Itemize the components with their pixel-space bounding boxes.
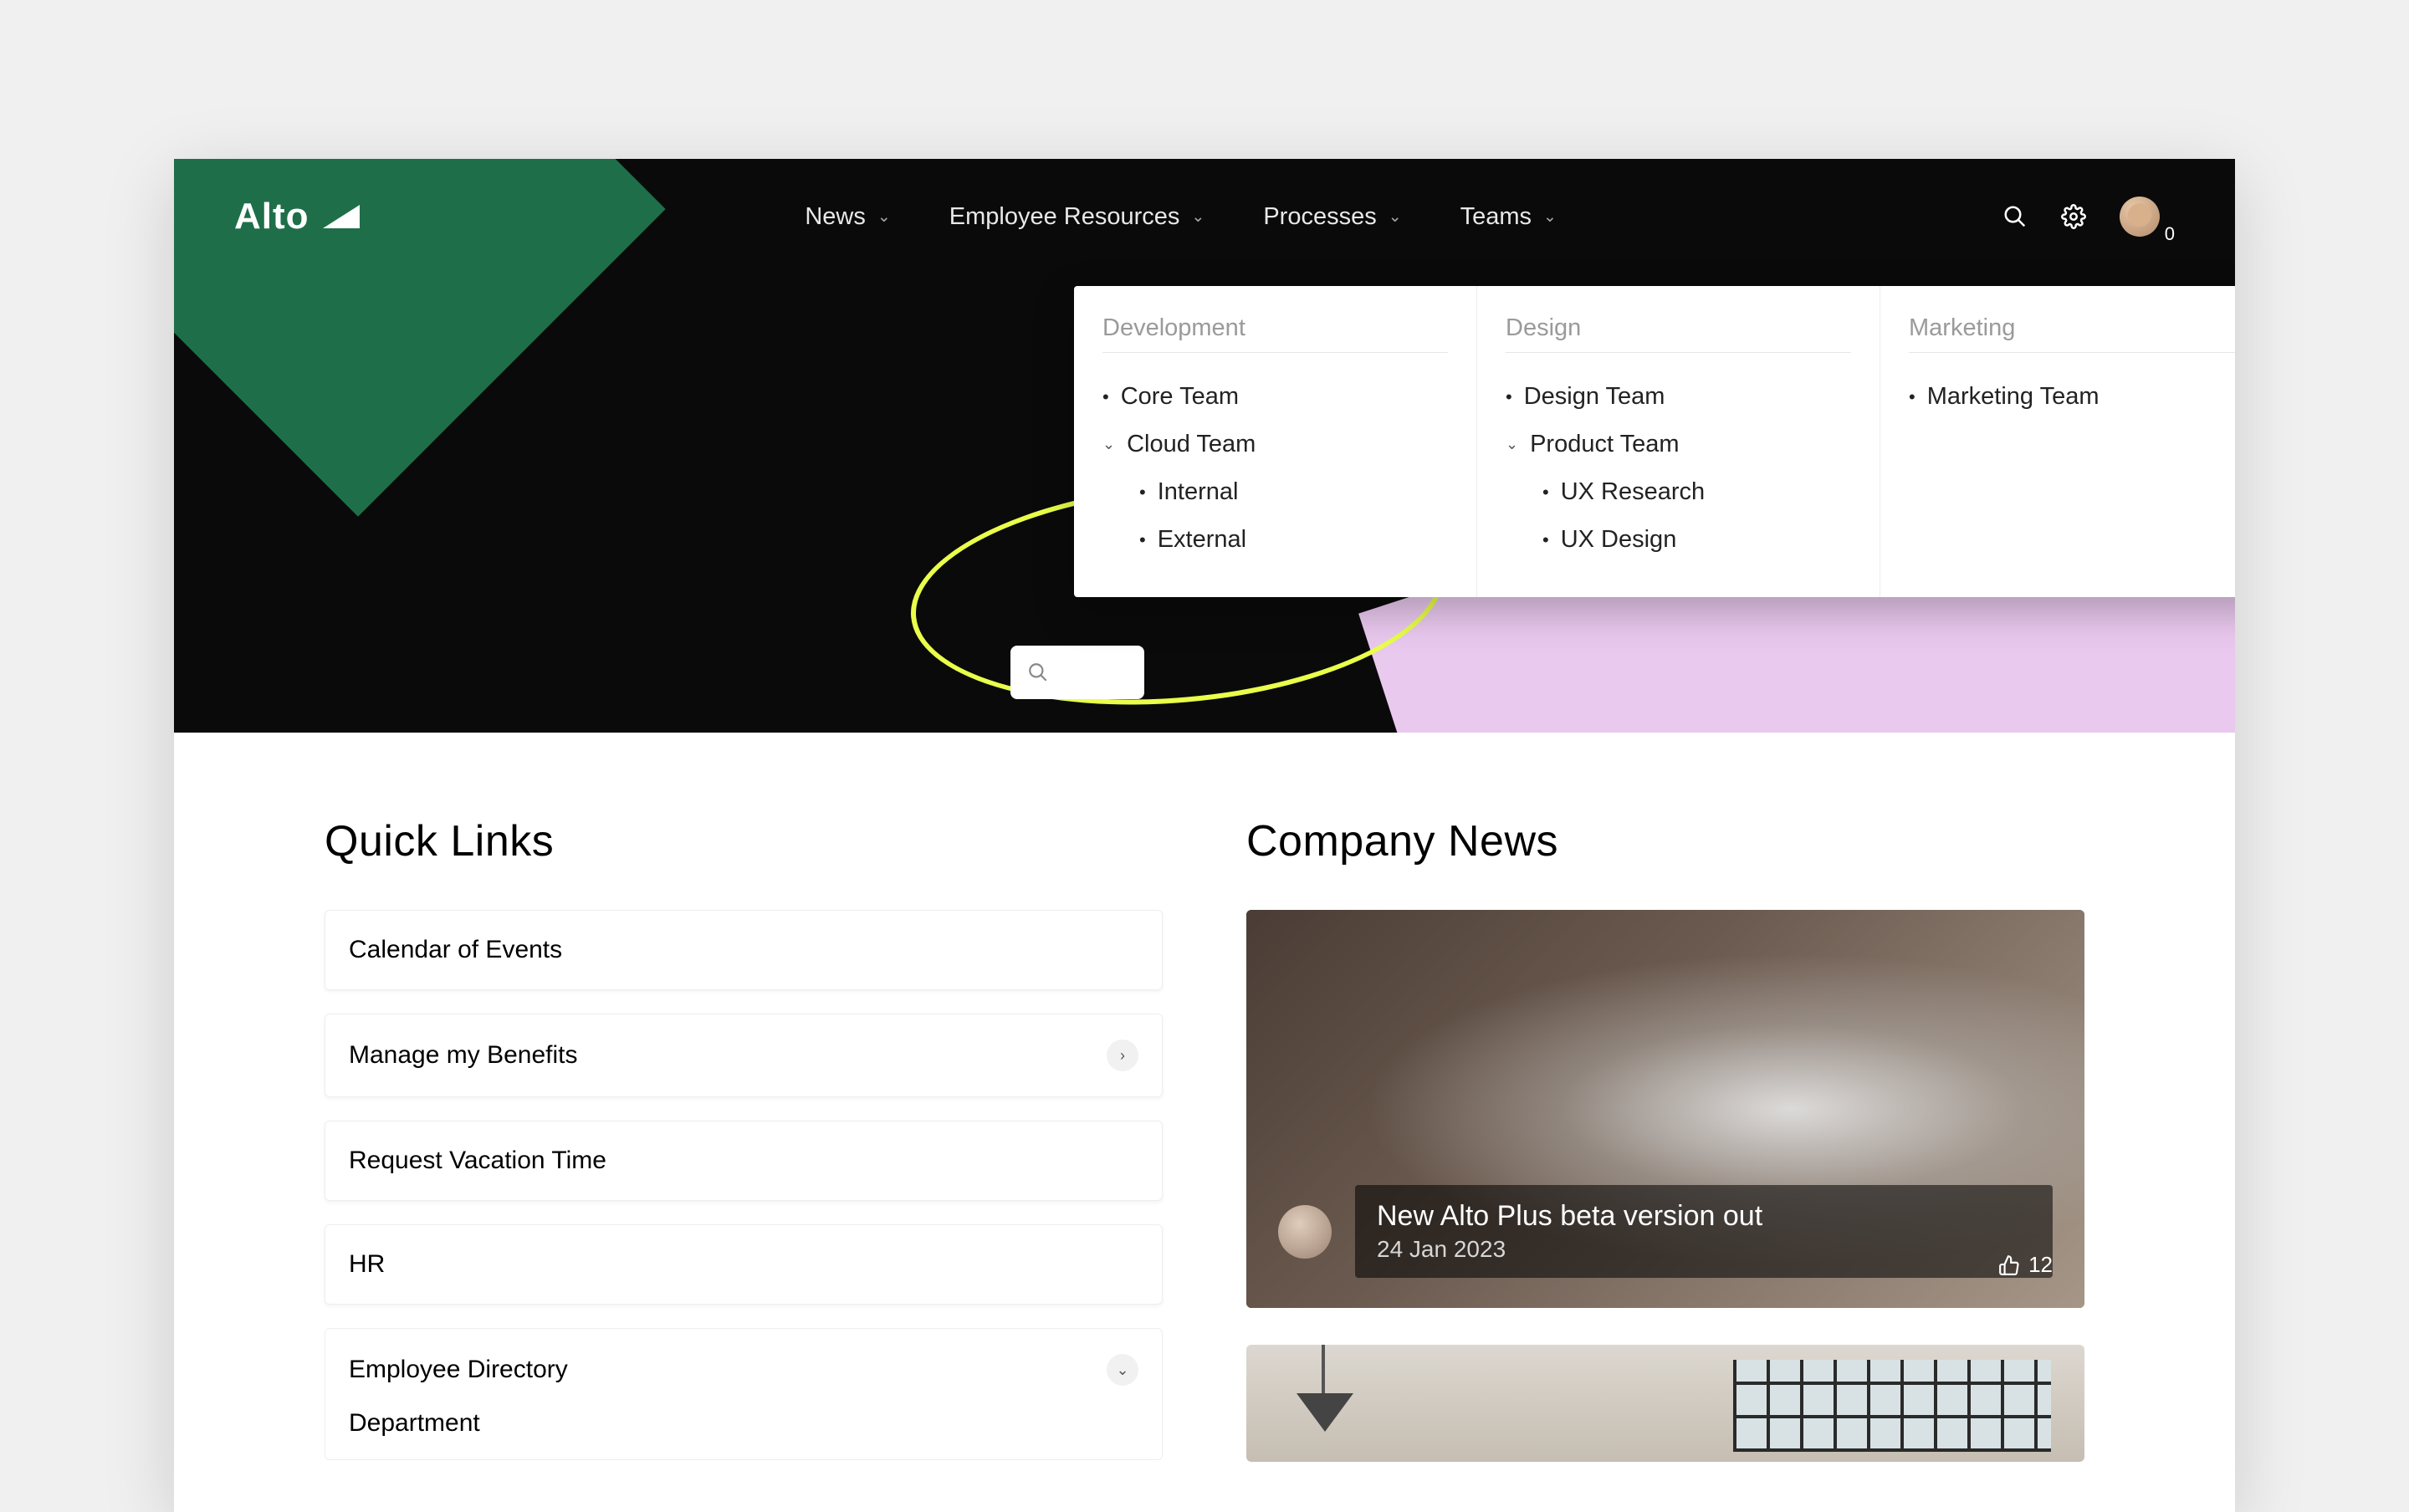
primary-nav: News ⌄ Employee Resources ⌄ Processes ⌄ … <box>805 203 1557 231</box>
mega-item-ux-design[interactable]: • UX Design <box>1506 516 1851 564</box>
quick-link-calendar[interactable]: Calendar of Events <box>325 910 1163 990</box>
bullet-icon: • <box>1139 482 1146 503</box>
mega-item-core-team[interactable]: • Core Team <box>1102 373 1448 421</box>
quick-link-vacation[interactable]: Request Vacation Time <box>325 1121 1163 1201</box>
nav-label: Processes <box>1263 203 1376 231</box>
bullet-icon: • <box>1542 529 1549 551</box>
hero-banner: Alto News ⌄ Employee Resources ⌄ Process… <box>174 159 2235 733</box>
quick-link-label: Calendar of Events <box>349 936 562 964</box>
mega-item-label: Design Team <box>1524 383 1665 411</box>
top-right-actions: 0 <box>2002 197 2175 237</box>
mega-item-external[interactable]: • External <box>1102 516 1448 564</box>
thumbs-up-icon <box>1998 1254 2020 1276</box>
section-title: Company News <box>1246 816 2084 866</box>
lamp-decoration <box>1322 1345 1325 1395</box>
quick-link-benefits[interactable]: Manage my Benefits › <box>325 1014 1163 1097</box>
chevron-right-icon[interactable]: › <box>1107 1040 1138 1071</box>
mega-col-design: Design • Design Team ⌄ Product Team • UX Re… <box>1477 286 1880 597</box>
user-avatar[interactable]: 0 <box>2120 197 2175 237</box>
avatar-image <box>2120 197 2160 237</box>
mega-col-development: Development • Core Team ⌄ Cloud Team • Inte… <box>1074 286 1477 597</box>
likes-count: 12 <box>2028 1252 2053 1278</box>
nav-label: Employee Resources <box>949 203 1180 231</box>
quick-link-label: Employee Directory <box>349 1356 568 1384</box>
mega-item-label: External <box>1158 526 1246 554</box>
mega-item-label: Core Team <box>1121 383 1239 411</box>
mega-item-internal[interactable]: • Internal <box>1102 468 1448 516</box>
chevron-down-icon: ⌄ <box>1506 436 1518 453</box>
news-text: New Alto Plus beta version out 24 Jan 20… <box>1355 1185 2053 1278</box>
mega-item-label: UX Research <box>1561 478 1705 506</box>
settings-icon[interactable] <box>2061 204 2086 229</box>
bullet-icon: • <box>1139 529 1146 551</box>
news-card[interactable]: New Alto Plus beta version out 24 Jan 20… <box>1246 910 2084 1308</box>
quick-link-department[interactable]: Department <box>325 1387 1163 1460</box>
brand-name: Alto <box>234 196 309 238</box>
mega-heading: Marketing <box>1909 314 2235 353</box>
mega-item-ux-research[interactable]: • UX Research <box>1506 468 1851 516</box>
mega-item-label: Cloud Team <box>1127 431 1256 458</box>
mega-item-label: Internal <box>1158 478 1239 506</box>
news-card[interactable] <box>1246 1345 2084 1462</box>
mega-item-label: Product Team <box>1530 431 1679 458</box>
quick-link-label: HR <box>349 1250 385 1279</box>
brand-logo[interactable]: Alto <box>234 196 360 238</box>
quick-link-label: Request Vacation Time <box>349 1147 606 1175</box>
main-content: Quick Links Calendar of Events Manage my… <box>174 733 2235 1512</box>
bullet-icon: • <box>1506 386 1512 408</box>
mega-item-cloud-team[interactable]: ⌄ Cloud Team <box>1102 421 1448 468</box>
mega-col-marketing: Marketing • Marketing Team <box>1880 286 2235 597</box>
notification-count: 0 <box>2165 223 2175 245</box>
quick-link-hr[interactable]: HR <box>325 1224 1163 1305</box>
nav-label: Teams <box>1460 203 1532 231</box>
mega-item-design-team[interactable]: • Design Team <box>1506 373 1851 421</box>
chevron-down-icon[interactable]: ⌄ <box>1107 1354 1138 1386</box>
mega-item-label: UX Design <box>1561 526 1677 554</box>
quick-link-label: Department <box>349 1409 480 1437</box>
chevron-down-icon: ⌄ <box>1191 207 1204 227</box>
likes-badge[interactable]: 12 <box>1998 1252 2053 1278</box>
chevron-down-icon: ⌄ <box>1102 436 1115 453</box>
news-date: 24 Jan 2023 <box>1377 1236 2031 1263</box>
top-bar: Alto News ⌄ Employee Resources ⌄ Process… <box>174 159 2235 238</box>
section-title: Quick Links <box>325 816 1163 866</box>
news-overlay: New Alto Plus beta version out 24 Jan 20… <box>1278 1185 2053 1278</box>
chevron-down-icon: ⌄ <box>1389 207 1402 227</box>
brand-mark-icon <box>323 196 360 238</box>
search-icon[interactable] <box>2002 204 2028 229</box>
nav-item-teams[interactable]: Teams ⌄ <box>1460 203 1557 231</box>
search-icon <box>1027 662 1049 683</box>
chevron-down-icon: ⌄ <box>1543 207 1557 227</box>
mega-item-label: Marketing Team <box>1927 383 2100 411</box>
mega-heading: Development <box>1102 314 1448 353</box>
quick-links-section: Quick Links Calendar of Events Manage my… <box>325 816 1163 1462</box>
bullet-icon: • <box>1102 386 1109 408</box>
chevron-down-icon: ⌄ <box>877 207 891 227</box>
author-avatar <box>1278 1205 1332 1259</box>
quick-link-label: Manage my Benefits <box>349 1041 577 1070</box>
news-title: New Alto Plus beta version out <box>1377 1200 2031 1233</box>
news-list: New Alto Plus beta version out 24 Jan 20… <box>1246 910 2084 1462</box>
bullet-icon: • <box>1542 482 1549 503</box>
search-input[interactable] <box>1010 646 1144 699</box>
teams-mega-menu: Development • Core Team ⌄ Cloud Team • Inte… <box>1074 286 2235 597</box>
quick-links-list: Calendar of Events Manage my Benefits › … <box>325 910 1163 1460</box>
app-frame: Alto News ⌄ Employee Resources ⌄ Process… <box>174 159 2235 1512</box>
nav-item-processes[interactable]: Processes ⌄ <box>1263 203 1401 231</box>
company-news-section: Company News New Alto Plus beta version … <box>1246 816 2084 1462</box>
bullet-icon: • <box>1909 386 1915 408</box>
window-decoration <box>1733 1360 2051 1452</box>
mega-heading: Design <box>1506 314 1851 353</box>
mega-item-marketing-team[interactable]: • Marketing Team <box>1909 373 2235 421</box>
mega-item-product-team[interactable]: ⌄ Product Team <box>1506 421 1851 468</box>
nav-item-employee-resources[interactable]: Employee Resources ⌄ <box>949 203 1205 231</box>
nav-item-news[interactable]: News ⌄ <box>805 203 890 231</box>
nav-label: News <box>805 203 866 231</box>
